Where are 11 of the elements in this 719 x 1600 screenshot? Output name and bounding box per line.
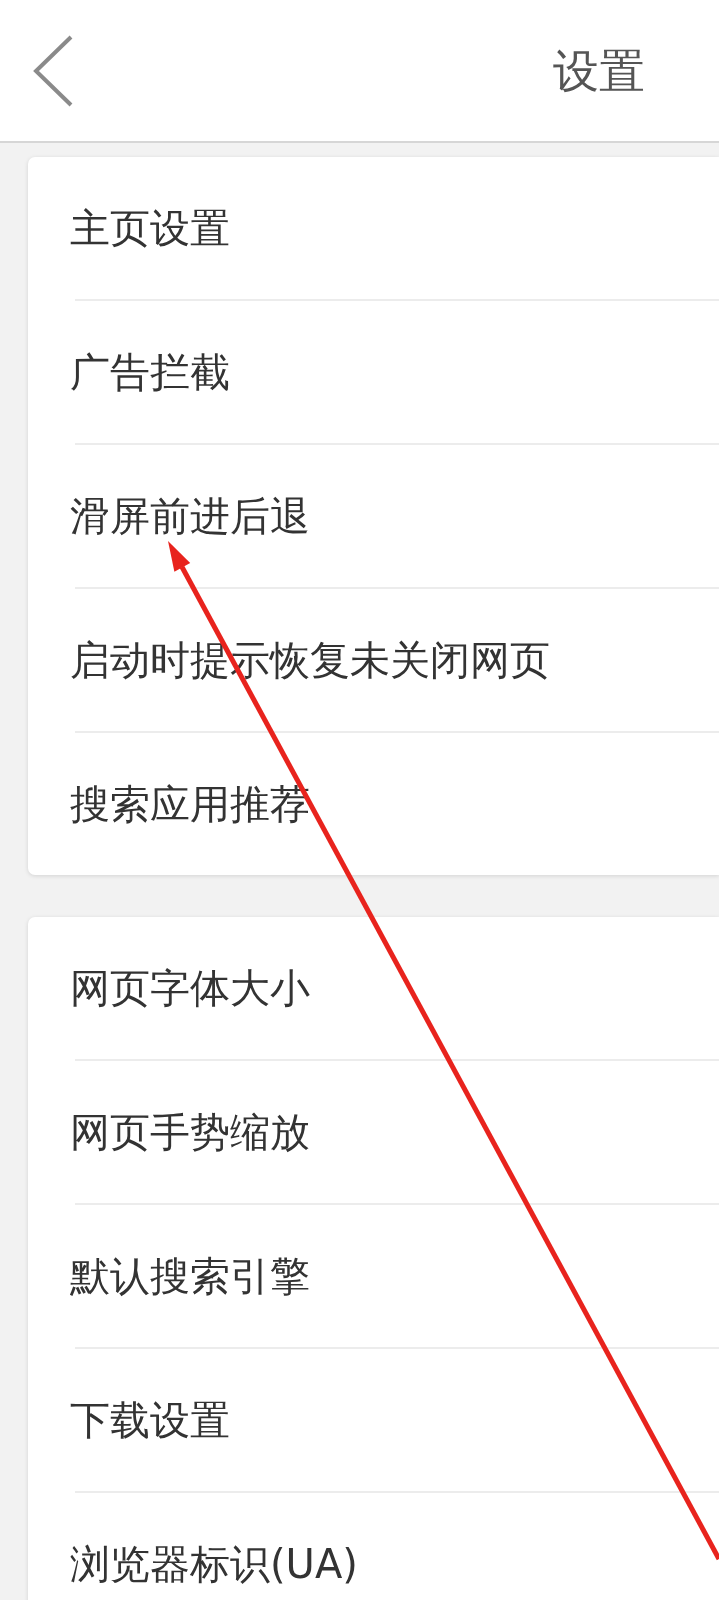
settings-item[interactable]: 广告拦截 <box>28 301 719 443</box>
settings-item[interactable]: 网页字体大小 <box>28 917 719 1059</box>
settings-item[interactable]: 搜索应用推荐 <box>28 733 719 875</box>
settings-item[interactable]: 默认搜索引擎 <box>28 1205 719 1347</box>
settings-item[interactable]: 网页手势缩放 <box>28 1061 719 1203</box>
settings-item[interactable]: 主页设置 <box>28 157 719 299</box>
settings-item[interactable]: 滑屏前进后退 <box>28 445 719 587</box>
back-icon[interactable] <box>33 34 73 107</box>
settings-item[interactable]: 浏览器标识(UA) <box>28 1493 719 1600</box>
page-title: 设置 <box>553 47 645 94</box>
settings-item[interactable]: 下载设置 <box>28 1349 719 1491</box>
